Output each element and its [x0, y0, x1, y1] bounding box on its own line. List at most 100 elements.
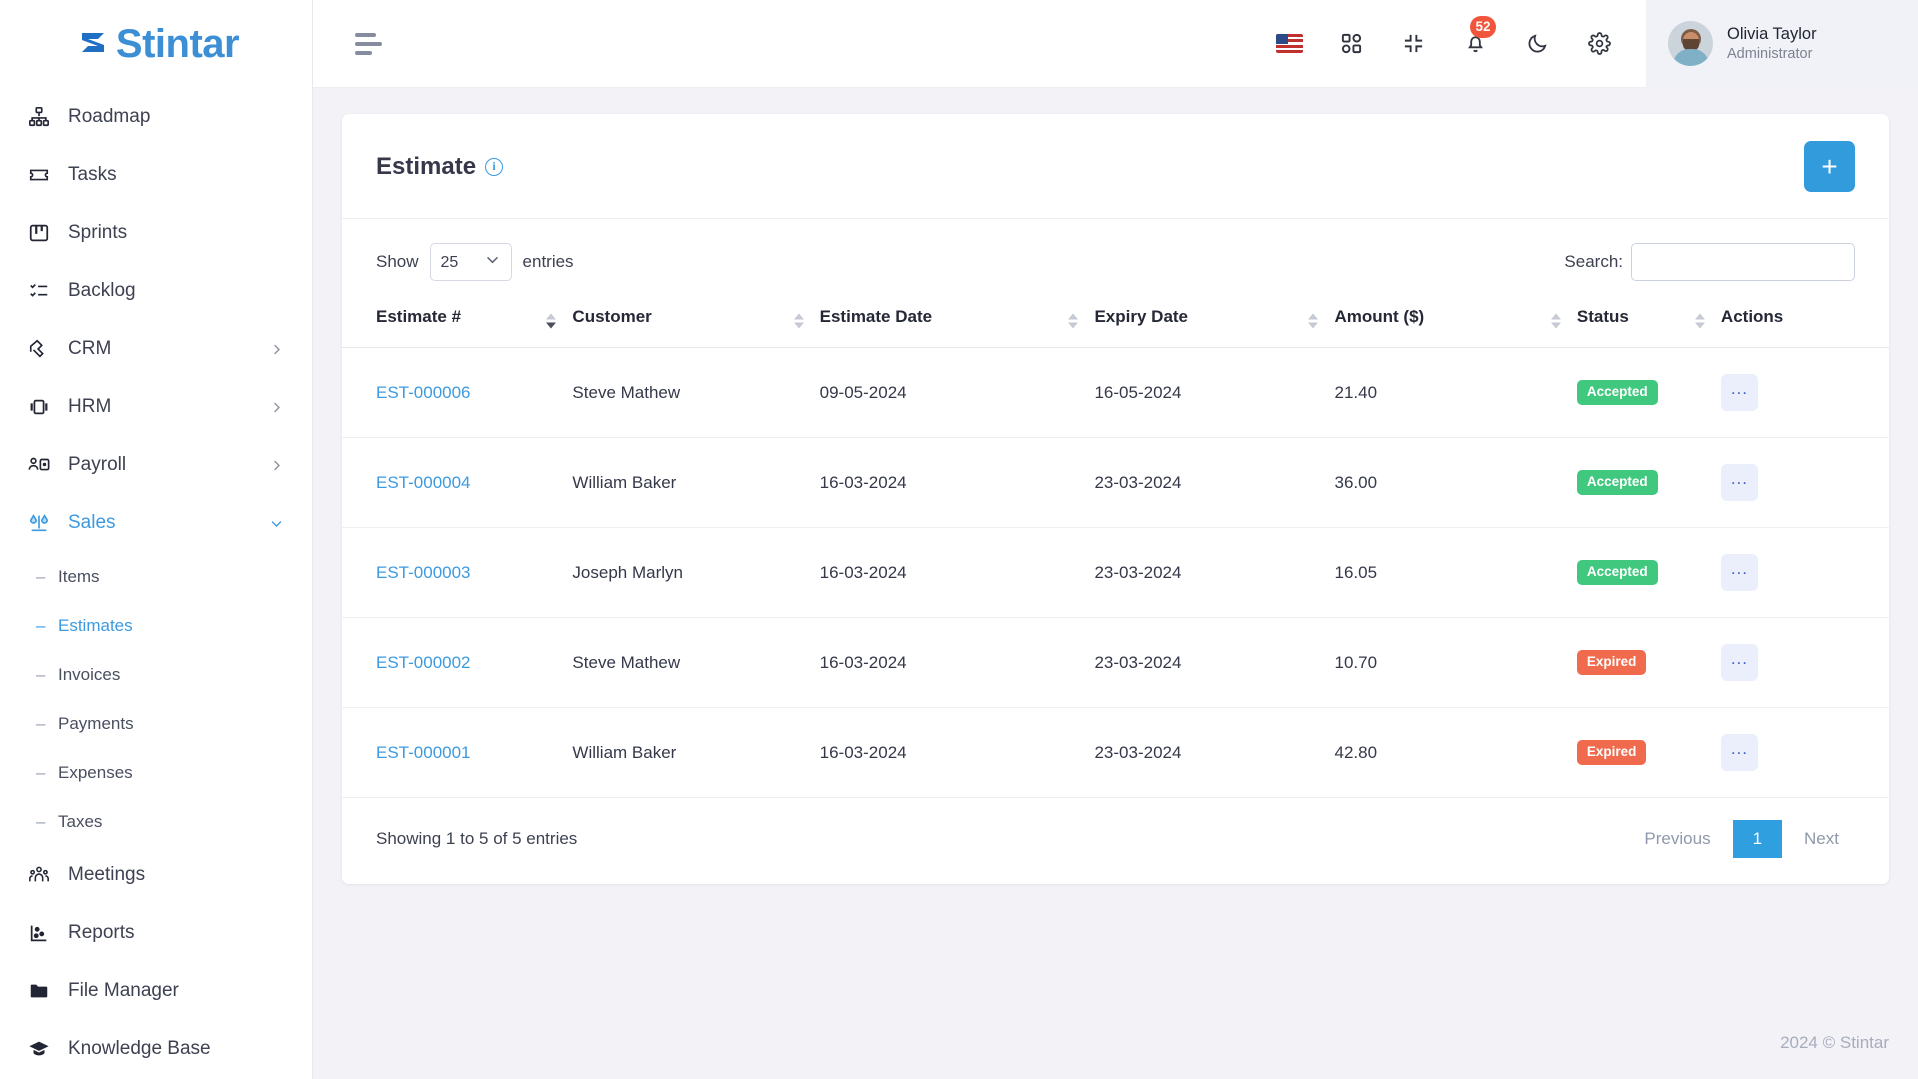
settings-gear-icon[interactable]: [1582, 27, 1616, 61]
pagination-page-1[interactable]: 1: [1732, 820, 1783, 858]
folder-icon: [26, 978, 52, 1004]
notification-bell-icon[interactable]: 52: [1458, 15, 1496, 61]
sort-arrows-icon: [546, 313, 557, 329]
sidebar-item-backlog[interactable]: Backlog: [0, 262, 312, 320]
sidebar-subitem-invoices[interactable]: – Invoices: [0, 650, 312, 699]
fullscreen-exit-icon[interactable]: [1396, 27, 1430, 61]
column-header-expiry-date[interactable]: Expiry Date: [1094, 295, 1335, 348]
cell-estimate-date: 16-03-2024: [819, 437, 1095, 528]
sidebar-item-label: Knowledge Base: [68, 1038, 211, 1059]
column-header-estimate-date[interactable]: Estimate Date: [819, 295, 1095, 348]
sidebar-item-tasks[interactable]: Tasks: [0, 146, 312, 204]
row-actions-button[interactable]: ...: [1720, 374, 1758, 411]
table-row: EST-000002 Steve Mathew 16-03-2024 23-03…: [342, 617, 1889, 708]
table-body: EST-000006 Steve Mathew 09-05-2024 16-05…: [342, 347, 1889, 798]
status-badge: Accepted: [1576, 560, 1658, 585]
chevron-right-icon: [268, 399, 284, 415]
scatter-chart-icon: [26, 920, 52, 946]
sidebar-subitem-expenses[interactable]: – Expenses: [0, 748, 312, 797]
sidebar-item-roadmap[interactable]: Roadmap: [0, 88, 312, 146]
footer-copyright: 2024 © Stintar: [1780, 1033, 1889, 1052]
add-estimate-button[interactable]: +: [1804, 141, 1855, 192]
estimate-link[interactable]: EST-000003: [376, 563, 471, 582]
cell-actions: ...: [1720, 437, 1889, 528]
pagination-previous[interactable]: Previous: [1628, 820, 1726, 858]
pagination: Previous 1 Next: [1628, 820, 1855, 858]
sidebar-item-file-manager[interactable]: File Manager: [0, 962, 312, 1020]
hamburger-menu-icon[interactable]: [355, 27, 389, 61]
dash-icon: –: [36, 567, 46, 586]
sidebar-subitem-label: Items: [58, 566, 100, 586]
cell-estimate-no: EST-000003: [342, 527, 573, 618]
estimate-link[interactable]: EST-000006: [376, 383, 471, 402]
notification-badge: 52: [1470, 15, 1496, 38]
cell-expiry-date: 23-03-2024: [1094, 742, 1182, 762]
column-header-amount[interactable]: Amount ($): [1334, 295, 1577, 348]
cell-customer: William Baker: [572, 742, 677, 762]
row-actions-button[interactable]: ...: [1720, 734, 1758, 771]
sidebar-subitem-items[interactable]: – Items: [0, 552, 312, 601]
user-role: Administrator: [1727, 45, 1813, 62]
status-badge: Accepted: [1576, 380, 1658, 405]
column-header-status[interactable]: Status: [1576, 295, 1721, 348]
column-header-actions: Actions: [1720, 295, 1889, 348]
estimate-link[interactable]: EST-000002: [376, 653, 471, 672]
search-control: Search:: [1564, 243, 1855, 281]
brand-logo[interactable]: Stintar: [0, 0, 312, 88]
pagination-next[interactable]: Next: [1788, 820, 1855, 858]
avatar: [1668, 21, 1713, 66]
sidebar-subitem-estimates[interactable]: – Estimates: [0, 601, 312, 650]
show-label: Show: [376, 252, 419, 271]
sidebar-subitem-label: Taxes: [58, 811, 103, 831]
chevron-down-icon: [268, 515, 284, 531]
page-length-select[interactable]: 25: [429, 243, 512, 281]
row-actions-button[interactable]: ...: [1720, 644, 1758, 681]
sort-arrows-icon: [1068, 313, 1079, 329]
column-label: Expiry Date: [1094, 307, 1189, 326]
user-profile-menu[interactable]: Olivia Taylor Administrator: [1646, 0, 1918, 88]
cell-amount: 36.00: [1334, 437, 1577, 528]
column-label: Status: [1576, 307, 1629, 326]
user-info: Olivia Taylor Administrator: [1727, 23, 1817, 65]
row-actions-button[interactable]: ...: [1720, 554, 1758, 591]
row-actions-button[interactable]: ...: [1720, 464, 1758, 501]
search-input[interactable]: [1631, 243, 1855, 281]
dark-mode-moon-icon[interactable]: [1520, 27, 1554, 61]
language-flag-us-icon[interactable]: [1272, 27, 1306, 61]
column-label: Customer: [572, 307, 652, 326]
cell-expiry-date: 23-03-2024: [1094, 527, 1335, 618]
cell-actions: ...: [1720, 347, 1889, 438]
sidebar-item-label: Reports: [68, 922, 135, 943]
card-header: Estimate i +: [342, 114, 1889, 219]
cell-expiry-date: 23-03-2024: [1094, 437, 1335, 528]
show-entries-control: Show 25 entries: [376, 243, 574, 281]
sidebar-item-label: Payroll: [68, 454, 127, 475]
column-header-estimate-no[interactable]: Estimate #: [342, 295, 573, 348]
cell-estimate-date: 09-05-2024: [819, 347, 1095, 438]
app-root: Stintar Roadmap Tasks Sprints Backlog CR…: [0, 0, 1918, 1079]
sidebar-item-knowledge-base[interactable]: Knowledge Base: [0, 1020, 312, 1078]
cell-expiry-date: 23-03-2024: [1094, 617, 1335, 708]
sidebar-item-label: CRM: [68, 338, 112, 359]
sort-arrows-icon: [793, 313, 804, 329]
us-flag: [1275, 34, 1303, 53]
topbar: 52 Olivia Taylor Administrator: [313, 0, 1918, 88]
info-circle-icon[interactable]: i: [485, 157, 504, 176]
sidebar-item-meetings[interactable]: Meetings: [0, 846, 312, 904]
sidebar-item-sales[interactable]: Sales: [0, 494, 312, 552]
sidebar-item-reports[interactable]: Reports: [0, 904, 312, 962]
sidebar-subitem-label: Expenses: [58, 762, 133, 782]
sidebar-item-payroll[interactable]: Payroll: [0, 436, 312, 494]
estimate-link[interactable]: EST-000004: [376, 473, 471, 492]
sidebar-item-sprints[interactable]: Sprints: [0, 204, 312, 262]
sidebar-item-crm[interactable]: CRM: [0, 320, 312, 378]
estimate-link[interactable]: EST-000001: [376, 743, 471, 762]
column-header-customer[interactable]: Customer: [572, 295, 820, 348]
apps-grid-icon[interactable]: [1334, 27, 1368, 61]
sidebar-item-hrm[interactable]: HRM: [0, 378, 312, 436]
sort-arrows-icon: [1550, 313, 1561, 329]
status-badge: Expired: [1576, 650, 1647, 675]
dash-icon: –: [36, 812, 46, 831]
sidebar-subitem-taxes[interactable]: – Taxes: [0, 797, 312, 846]
sidebar-subitem-payments[interactable]: – Payments: [0, 699, 312, 748]
